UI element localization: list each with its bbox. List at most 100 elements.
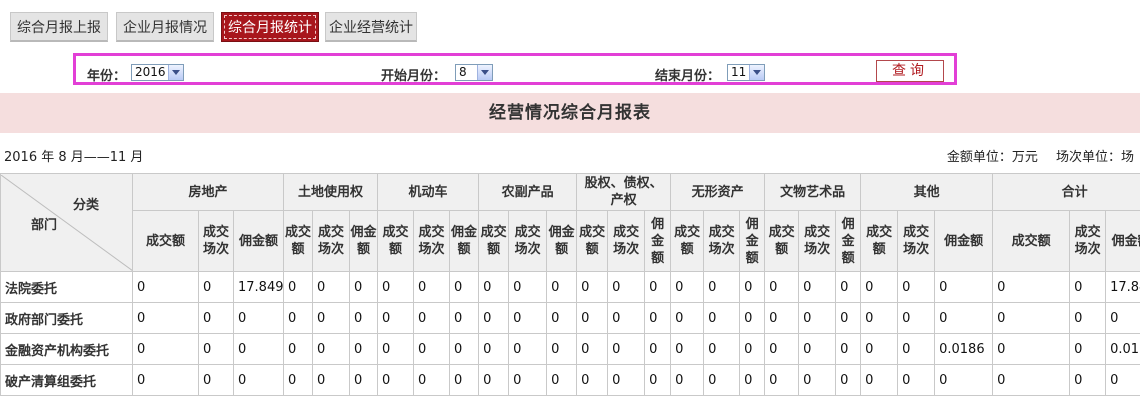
value-cell: 0 — [132, 271, 199, 303]
value-cell: 0 — [644, 364, 672, 396]
page: 综合月报上报 企业月报情况 综合月报统计 企业经营统计 年份： 2016 开始月… — [0, 0, 1140, 400]
category-header: 土地使用权 — [283, 173, 379, 211]
value-cell: 0 — [413, 302, 451, 334]
sub-header: 佣金额 — [232, 210, 285, 272]
sub-header: 佣金额 — [934, 210, 994, 272]
year-select[interactable]: 2016 — [131, 64, 184, 81]
value-cell: 0 — [283, 333, 314, 365]
department-cell: 政府部门委托 — [0, 302, 133, 334]
category-header: 股权、债权、产权 — [576, 173, 672, 211]
value-cell: 0 — [670, 302, 705, 334]
value-cell: 0 — [377, 271, 415, 303]
end-month-select[interactable]: 11 — [727, 64, 765, 81]
value-cell: 0 — [449, 302, 480, 334]
value-cell: 0 — [897, 364, 936, 396]
value-cell: 0 — [508, 271, 548, 303]
table-row: 法院委托0017.8490000000000000000000000017.84… — [0, 271, 1140, 303]
table-row: 政府部门委托 0 0 0 0 0 0 0 0 0 0 0 0 0 0 0 0 0 0 0 0 0 0 0 0 0 0 0 — [0, 302, 1140, 334]
value-cell: 0 — [992, 271, 1071, 303]
tab-enterprise-operation-statistics[interactable]: 企业经营统计 — [325, 12, 417, 42]
category-header: 合计 — [992, 173, 1140, 211]
value-cell: 0 — [670, 271, 705, 303]
end-month-select-value: 11 — [731, 65, 747, 79]
category-header: 房地产 — [131, 173, 285, 211]
tab-monthly-report-statistics[interactable]: 综合月报统计 — [221, 12, 319, 42]
value-cell: 0 — [644, 302, 672, 334]
value-cell: 0 — [798, 271, 837, 303]
value-cell: 0 — [283, 302, 314, 334]
value-cell: 0 — [232, 302, 285, 334]
sub-header: 成交额 — [764, 210, 800, 272]
value-cell: 0 — [413, 364, 451, 396]
report-units: 金额单位：万元 场次单位：场 — [947, 146, 1134, 165]
value-cell: 0 — [860, 271, 899, 303]
sub-header: 成交额 — [377, 210, 415, 272]
corner-department-label: 部门 — [31, 217, 58, 233]
value-cell: 0 — [764, 333, 800, 365]
value-cell: 0 — [764, 271, 800, 303]
sub-header: 成交场次 — [897, 210, 936, 272]
category-header: 农副产品 — [478, 173, 578, 211]
value-cell: 0 — [132, 302, 199, 334]
value-cell: 0 — [607, 364, 646, 396]
value-cell: 0 — [449, 271, 480, 303]
chevron-down-icon — [749, 65, 764, 80]
value-cell: 0 — [508, 364, 548, 396]
sub-header: 成交场次 — [1069, 210, 1107, 272]
tab-enterprise-monthly-status[interactable]: 企业月报情况 — [116, 12, 214, 42]
value-cell: 0 — [478, 333, 510, 365]
value-cell: 0 — [835, 302, 862, 334]
sub-header: 成交场次 — [607, 210, 646, 272]
start-month-select[interactable]: 8 — [455, 64, 493, 81]
value-cell: 0 — [232, 333, 285, 365]
value-cell: 0 — [283, 364, 314, 396]
year-select-value: 2016 — [135, 65, 166, 79]
value-cell: 0 — [798, 333, 837, 365]
value-cell: 0 — [1069, 333, 1107, 365]
value-cell: 0 — [449, 364, 480, 396]
value-cell: 0 — [349, 271, 379, 303]
value-cell: 0 — [312, 302, 351, 334]
value-cell: 0 — [198, 333, 234, 365]
sub-header: 成交场次 — [798, 210, 837, 272]
value-cell: 0 — [1105, 302, 1140, 334]
value-cell: 0 — [607, 302, 646, 334]
value-cell: 0 — [508, 333, 548, 365]
value-cell: 0 — [739, 333, 766, 365]
chevron-down-icon — [477, 65, 492, 80]
value-cell: 0 — [546, 271, 578, 303]
value-cell: 0 — [349, 364, 379, 396]
chevron-down-icon — [168, 65, 183, 80]
value-cell: 0 — [413, 271, 451, 303]
category-header: 无形资产 — [670, 173, 766, 211]
value-cell: 0 — [703, 271, 741, 303]
value-cell: 0 — [312, 333, 351, 365]
category-header: 机动车 — [377, 173, 480, 211]
value-cell: 0 — [798, 364, 837, 396]
value-cell: 0 — [198, 364, 234, 396]
value-cell: 0 — [576, 271, 609, 303]
value-cell: 0 — [934, 364, 994, 396]
value-cell: 0 — [739, 271, 766, 303]
filter-bar: 年份： 2016 开始月份： 8 结束月份： 11 查询 — [73, 53, 957, 85]
value-cell: 0 — [739, 364, 766, 396]
value-cell: 17.849 — [232, 271, 285, 303]
value-cell: 0 — [835, 364, 862, 396]
sub-header: 佣金额 — [835, 210, 862, 272]
value-cell: 0 — [478, 364, 510, 396]
value-cell: 0 — [703, 302, 741, 334]
value-cell: 0 — [546, 302, 578, 334]
value-cell: 0 — [546, 364, 578, 396]
value-cell: 0 — [897, 333, 936, 365]
value-cell: 0 — [992, 302, 1071, 334]
year-label: 年份： — [87, 69, 127, 84]
sub-header: 成交额 — [576, 210, 609, 272]
query-button[interactable]: 查询 — [876, 60, 944, 82]
value-cell: 0 — [644, 333, 672, 365]
value-cell: 0 — [644, 271, 672, 303]
value-cell: 0 — [198, 302, 234, 334]
value-cell: 0 — [377, 333, 415, 365]
value-cell: 0 — [377, 302, 415, 334]
tab-monthly-report-submit[interactable]: 综合月报上报 — [10, 12, 108, 42]
value-cell: 0 — [934, 302, 994, 334]
